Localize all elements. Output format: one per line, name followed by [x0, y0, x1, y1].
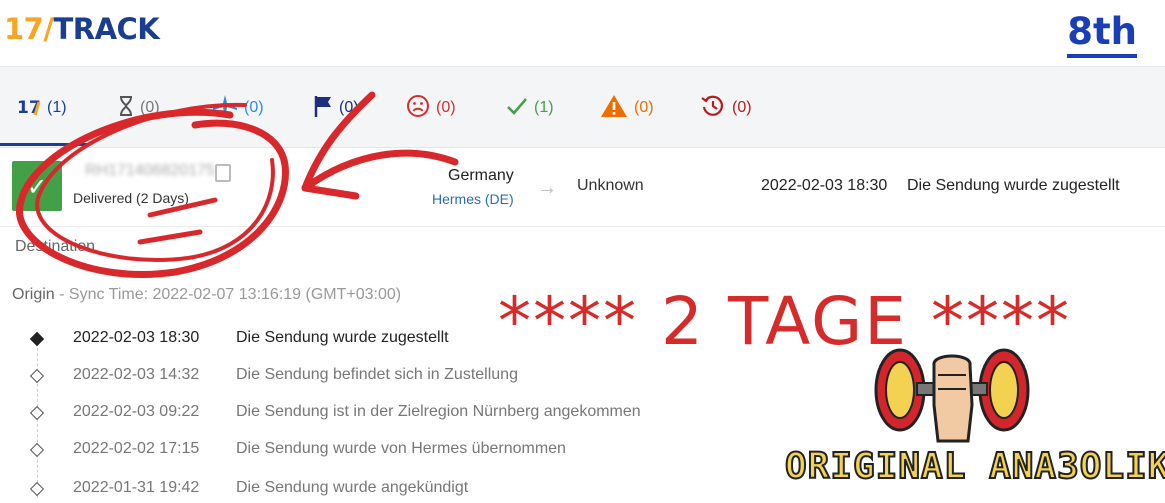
shipment-summary-row[interactable]: ✓ RH171406820175 Delivered (2 Days) Germ…	[0, 148, 1165, 227]
logo-track-text: TRACK	[53, 12, 160, 46]
diamond-filled-icon	[29, 331, 45, 347]
tab-undelivered[interactable]: (0)	[406, 94, 456, 123]
brand-logo-text: ORIGINAL ANA3OLIKA	[784, 445, 1165, 488]
event-description: Die Sendung wurde zugestellt	[236, 329, 449, 346]
tab-count: (1)	[534, 99, 554, 116]
flag-icon	[313, 94, 333, 123]
tab-count: (1)	[47, 99, 67, 116]
17track-logo[interactable]: 17/TRACK	[4, 12, 160, 46]
header-bar: 17/TRACK 8th	[0, 0, 1165, 67]
tab-count: (0)	[732, 99, 752, 116]
delivered-status-badge: ✓	[12, 161, 62, 211]
sad-face-icon	[406, 94, 430, 123]
tab-count: (0)	[634, 99, 654, 116]
tab-count: (0)	[244, 99, 264, 116]
check-icon: ✓	[27, 174, 48, 201]
diamond-outline-icon	[29, 442, 45, 458]
carrier-link[interactable]: Hermes (DE)	[432, 191, 514, 207]
origin-country: Germany	[448, 167, 514, 184]
hourglass-icon	[118, 95, 134, 122]
destination-section-label: Destination	[15, 238, 96, 255]
rank-label: 8th	[1067, 10, 1137, 58]
event-time: 2022-02-03 09:22	[73, 403, 200, 420]
arrow-right-icon: →	[537, 177, 557, 199]
promo-overlay-text: **** 2 TAGE ****	[498, 283, 1071, 360]
event-time: 2022-02-03 14:32	[73, 366, 200, 383]
tab-count: (0)	[339, 99, 359, 116]
delivery-status-text: Delivered (2 Days)	[73, 190, 189, 206]
tab-count: (0)	[140, 99, 160, 116]
diamond-outline-icon	[29, 368, 45, 384]
event-time: 2022-01-31 19:42	[73, 479, 200, 496]
event-time: 2022-02-02 17:15	[73, 440, 200, 457]
warning-icon	[600, 94, 628, 123]
logo-slash: /	[43, 12, 54, 46]
status-filter-tabs: 17 (1) (0) (0) (0) (0) (1) (0) (0)	[0, 67, 1165, 148]
event-time: 2022-02-03 18:30	[73, 329, 200, 346]
tab-count: (0)	[436, 99, 456, 116]
tab-pickup[interactable]: (0)	[313, 95, 359, 121]
tab-pending[interactable]: (0)	[118, 95, 160, 121]
event-description: Die Sendung ist in der Zielregion Nürnbe…	[236, 403, 641, 420]
active-tab-indicator	[0, 143, 88, 146]
dumbbell-fist-logo	[874, 348, 1030, 443]
origin-label: Origin	[12, 286, 55, 303]
event-description: Die Sendung wurde angekündigt	[236, 479, 469, 496]
destination-country: Unknown	[577, 177, 644, 194]
diamond-outline-icon	[29, 405, 45, 421]
tab-in-transit[interactable]: (0)	[212, 94, 264, 123]
last-event-time: 2022-02-03 18:30	[761, 177, 888, 194]
event-description: Die Sendung wurde von Hermes übernommen	[236, 440, 566, 457]
tab-delivered[interactable]: (1)	[506, 95, 554, 121]
tracking-number[interactable]: RH171406820175	[85, 162, 215, 180]
sync-time: - Sync Time: 2022-02-07 13:16:19 (GMT+03…	[54, 286, 402, 303]
airplane-icon	[212, 94, 238, 123]
tab-all[interactable]: 17 (1)	[17, 95, 67, 121]
check-icon	[506, 96, 528, 121]
17track-all-icon: 17	[17, 96, 41, 121]
last-event-text: Die Sendung wurde zugestellt	[907, 177, 1120, 194]
tab-expired[interactable]: (0)	[700, 95, 752, 121]
tab-alert[interactable]: (0)	[600, 94, 654, 123]
history-icon	[700, 94, 726, 123]
logo-number: 17	[4, 12, 44, 46]
origin-section-label: Origin - Sync Time: 2022-02-07 13:16:19 …	[12, 286, 401, 304]
copy-icon[interactable]	[215, 164, 231, 182]
diamond-outline-icon	[29, 481, 45, 497]
event-description: Die Sendung befindet sich in Zustellung	[236, 366, 518, 383]
